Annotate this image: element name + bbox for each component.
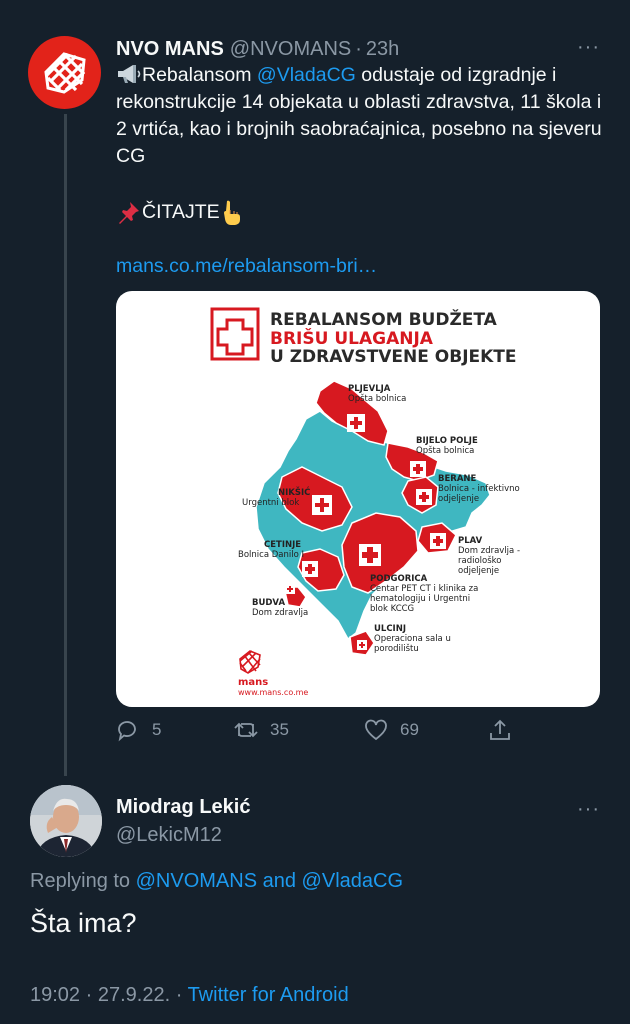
label-berane-sub: Bolnica - infektivno — [438, 484, 520, 494]
cross-marker-podgorica — [359, 544, 381, 566]
meta-dot: · — [175, 984, 188, 1006]
reply-author-name[interactable]: Miodrag Lekić — [116, 796, 250, 819]
label-niksic-sub: Urgentni blok — [242, 498, 299, 508]
label-plav-sub2: radiološko — [458, 555, 501, 566]
label-budva: BUDVA — [252, 598, 285, 608]
reply-text: Šta ima? — [30, 908, 137, 938]
label-bijelo-polje: BIJELO POLJE — [416, 436, 478, 446]
replying-mention-2[interactable]: @VladaCG — [302, 870, 403, 892]
author-name[interactable]: NVO MANS — [116, 38, 224, 61]
retweet-icon — [234, 722, 258, 738]
replying-prefix: Replying to — [30, 870, 136, 892]
share-icon — [490, 719, 510, 740]
cross-marker-bijelo-polje — [410, 461, 426, 477]
reply-icon — [118, 721, 136, 742]
label-budva-sub: Dom zdravlja — [252, 608, 308, 618]
cross-marker-niksic — [312, 495, 332, 515]
reply-date[interactable]: 27.9.22. — [98, 984, 170, 1006]
label-pljevlja: PLJEVLJA — [348, 384, 391, 394]
label-podgorica: PODGORICA — [370, 574, 428, 584]
reply-time[interactable]: 19:02 — [30, 984, 80, 1006]
label-bijelo-polje-sub: Opšta bolnica — [416, 445, 474, 456]
mention-link[interactable]: @VladaCG — [257, 64, 356, 86]
more-options-icon[interactable]: ··· — [577, 36, 600, 59]
label-berane: BERANE — [438, 474, 477, 484]
like-button[interactable]: 69 — [364, 718, 419, 742]
avatar[interactable] — [28, 36, 101, 109]
label-pljevlja-sub: Opšta bolnica — [348, 393, 406, 404]
author-handle[interactable]: @NVOMANS — [230, 38, 351, 61]
card-title-1: REBALANSOM BUDŽETA — [270, 308, 498, 330]
label-plav: PLAV — [458, 536, 483, 546]
more-options-icon[interactable]: ··· — [577, 798, 600, 821]
tweet-text-part1: Rebalansom — [142, 64, 252, 86]
image-card[interactable]: REBALANSOM BUDŽETA BRIŠU ULAGANJA U ZDRA… — [116, 291, 600, 707]
reply-count: 5 — [152, 720, 162, 739]
label-niksic: NIKŠIĆ — [278, 486, 310, 498]
mans-logo-icon — [43, 51, 86, 94]
meta-dot: · — [85, 984, 98, 1006]
like-count: 69 — [400, 720, 419, 739]
card-title-2: BRIŠU ULAGANJA — [270, 327, 434, 349]
like-icon — [365, 719, 387, 741]
share-button[interactable] — [488, 718, 512, 742]
avatar[interactable] — [30, 785, 102, 857]
label-plav-sub3: odjeljenje — [458, 566, 499, 576]
cta-text: ČITAJTE — [142, 200, 220, 223]
label-cetinje: CETINJE — [264, 540, 301, 550]
cross-marker-ulcinj — [357, 640, 367, 650]
label-plav-sub: Dom zdravlja - — [458, 546, 520, 556]
thread-connector-line — [64, 114, 67, 776]
card-logo-url: www.mans.co.me — [238, 688, 308, 697]
tweet-time[interactable]: 23h — [366, 38, 399, 61]
cross-marker-berane — [416, 489, 432, 505]
reply-button[interactable]: 5 — [116, 718, 161, 742]
health-facilities-map: REBALANSOM BUDŽETA BRIŠU ULAGANJA U ZDRA… — [210, 307, 520, 697]
label-cetinje-sub: Bolnica Danilo I — [238, 550, 304, 560]
label-podgorica-sub: Centar PET CT i klinika za — [370, 584, 478, 594]
cross-marker-pljevlja — [347, 414, 365, 432]
separator-dot: · — [355, 37, 362, 60]
retweet-count: 35 — [270, 720, 289, 739]
person-avatar-icon — [30, 785, 102, 857]
cross-marker-plav — [430, 533, 446, 549]
pointing-down-icon — [223, 200, 240, 225]
label-podgorica-sub3: blok KCCG — [370, 604, 414, 614]
tweet-meta: 19:02 · 27.9.22. · Twitter for Android — [30, 984, 349, 1007]
cta-line: ČITAJTE — [116, 199, 244, 225]
tweet-header: NVO MANS @NVOMANS · 23h ··· — [116, 36, 610, 62]
replying-mention-1[interactable]: @NVOMANS — [136, 870, 257, 892]
card-title-3: U ZDRAVSTVENE OBJEKTE — [270, 347, 517, 367]
label-podgorica-sub2: hematologiju i Urgentni — [370, 594, 470, 604]
reply-author-handle[interactable]: @LekicM12 — [116, 824, 222, 847]
label-ulcinj-sub2: porodilištu — [374, 643, 419, 654]
cross-marker-cetinje — [302, 561, 318, 577]
replying-and: and — [257, 870, 302, 892]
label-berane-sub2: odjeljenje — [438, 494, 479, 504]
card-mans-logo-icon — [239, 650, 261, 674]
label-ulcinj-sub: Operaciona sala u — [374, 634, 451, 644]
tweet-actions: 5 35 69 — [116, 718, 516, 748]
retweet-button[interactable]: 35 — [234, 718, 289, 742]
replying-to: Replying to @NVOMANS and @VladaCG — [30, 870, 403, 893]
card-logo-text: mans — [238, 677, 268, 688]
pushpin-icon — [119, 202, 139, 224]
reply-source[interactable]: Twitter for Android — [188, 984, 349, 1006]
cross-marker-budva — [285, 584, 295, 594]
megaphone-icon — [118, 65, 141, 83]
article-link[interactable]: mans.co.me/rebalansom-bri… — [116, 255, 377, 278]
tweet-text: Rebalansom @VladaCG odustaje od izgradnj… — [116, 62, 616, 170]
label-ulcinj: ULCINJ — [374, 624, 406, 634]
